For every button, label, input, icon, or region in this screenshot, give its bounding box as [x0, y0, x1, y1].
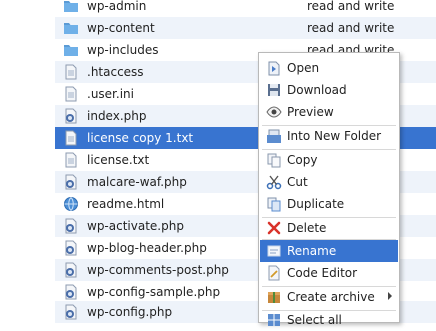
file-name: wp-content	[87, 21, 155, 35]
file-name: index.php	[87, 109, 147, 123]
file-name: wp-activate.php	[87, 219, 184, 233]
php-file-icon	[65, 262, 77, 278]
file-row[interactable]: wp-content read and write	[55, 17, 436, 39]
file-name: wp-blog-header.php	[87, 241, 207, 255]
menu-preview[interactable]: Preview	[260, 101, 398, 123]
php-file-icon	[65, 240, 77, 256]
menu-label: Rename	[287, 244, 337, 258]
archive-icon	[268, 292, 280, 303]
menu-label: Preview	[287, 105, 334, 119]
menu-download[interactable]: Download	[260, 79, 398, 101]
file-icon	[65, 86, 77, 102]
menu-code-editor[interactable]: Code Editor	[260, 262, 398, 284]
menu-label: Duplicate	[287, 197, 345, 211]
menu-cut[interactable]: Cut	[260, 171, 398, 193]
menu-into-new-folder[interactable]: Into New Folder	[260, 125, 398, 147]
context-menu: Open Download Preview Into New Folder Co…	[258, 52, 400, 327]
menu-select-all[interactable]: Select all	[260, 309, 398, 331]
save-icon	[268, 84, 280, 96]
file-icon	[65, 152, 77, 168]
file-name: malcare-waf.php	[87, 175, 187, 189]
file-name: wp-config-sample.php	[87, 285, 221, 299]
php-file-icon	[65, 304, 77, 320]
open-icon	[268, 61, 280, 76]
file-icon	[65, 64, 77, 80]
eye-icon	[266, 106, 282, 118]
file-permissions: read and write	[307, 21, 395, 35]
file-name: wp-admin	[87, 0, 147, 13]
code-editor-icon	[268, 265, 280, 281]
folder-icon	[64, 1, 78, 12]
menu-create-archive[interactable]: Create archive	[260, 286, 398, 308]
file-name: .user.ini	[87, 87, 134, 101]
menu-open[interactable]: Open	[260, 57, 398, 79]
php-file-icon	[65, 174, 77, 190]
left-panel	[0, 0, 55, 323]
delete-x-icon	[267, 221, 281, 235]
folder-icon	[64, 23, 78, 34]
globe-icon	[64, 197, 78, 211]
file-name: wp-config.php	[87, 305, 173, 319]
php-file-icon	[65, 284, 77, 300]
duplicate-icon	[267, 197, 281, 212]
php-file-icon	[65, 108, 77, 124]
copy-icon	[267, 153, 281, 168]
file-icon	[65, 130, 77, 146]
menu-label: Create archive	[287, 290, 375, 304]
rename-icon	[267, 245, 281, 257]
php-file-icon	[65, 218, 77, 234]
select-all-icon	[268, 314, 280, 326]
menu-label: Select all	[287, 313, 342, 327]
menu-label: Code Editor	[287, 266, 358, 280]
menu-delete[interactable]: Delete	[260, 217, 398, 239]
menu-duplicate[interactable]: Duplicate	[260, 193, 398, 215]
file-row[interactable]: wp-admin read and write	[55, 0, 436, 17]
menu-label: Open	[287, 61, 320, 75]
scissors-icon	[266, 175, 282, 190]
menu-label: Delete	[287, 221, 327, 235]
menu-label: Into New Folder	[287, 129, 382, 143]
file-permissions: read and write	[307, 0, 395, 13]
menu-rename[interactable]: Rename	[260, 240, 398, 262]
folder-icon	[64, 45, 78, 56]
submenu-arrow-icon	[388, 292, 392, 300]
file-name: readme.html	[87, 197, 165, 211]
file-name: license copy 1.txt	[87, 131, 194, 145]
file-name: wp-comments-post.php	[87, 263, 229, 277]
menu-label: Copy	[287, 153, 318, 167]
menu-copy[interactable]: Copy	[260, 149, 398, 171]
menu-label: Cut	[287, 175, 308, 189]
file-name: wp-includes	[87, 43, 159, 57]
file-name: license.txt	[87, 153, 150, 167]
menu-label: Download	[287, 83, 347, 97]
new-folder-icon	[267, 129, 281, 143]
file-name: .htaccess	[87, 65, 144, 79]
